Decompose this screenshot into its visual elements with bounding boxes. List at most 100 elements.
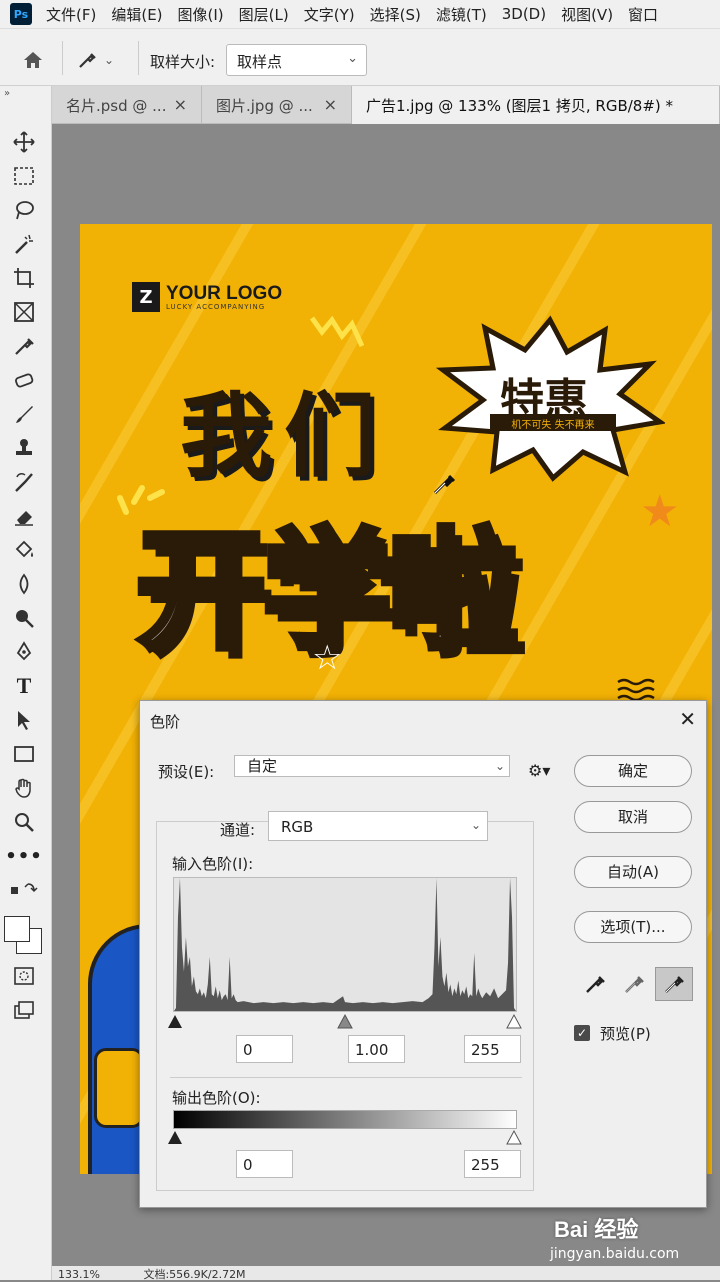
- ok-button[interactable]: 确定: [574, 755, 692, 787]
- output-black-slider[interactable]: [168, 1131, 182, 1144]
- tab-label: 广告1.jpg @ 133% (图层1 拷贝, RGB/8#) *: [366, 97, 674, 115]
- blur-tool-icon[interactable]: [10, 570, 38, 598]
- input-levels-label: 输入色阶(I):: [172, 855, 254, 873]
- preview-checkbox[interactable]: ✓: [574, 1025, 590, 1041]
- status-bar: 133.1% 文档:556.9K/2.72M: [52, 1266, 720, 1281]
- menu-edit[interactable]: 编辑(E): [111, 4, 162, 25]
- menu-view[interactable]: 视图(V): [561, 4, 613, 25]
- eraser-tool-icon[interactable]: [10, 502, 38, 530]
- document-size: 文档:556.9K/2.72M: [143, 1268, 246, 1281]
- sample-size-select[interactable]: 取样点 ⌄: [226, 44, 367, 76]
- wave-decoration: [617, 678, 655, 702]
- menu-window[interactable]: 窗口: [628, 4, 658, 25]
- options-bar: ⌄ 取样大小: 取样点 ⌄: [0, 28, 720, 86]
- zoom-tool-icon[interactable]: [10, 808, 38, 836]
- divider: [138, 41, 139, 75]
- eyedropper-cursor-icon: [433, 474, 456, 495]
- more-tools-icon[interactable]: •••: [5, 842, 42, 870]
- rectangle-tool-icon[interactable]: [10, 740, 38, 768]
- output-white-field[interactable]: 255: [464, 1150, 521, 1178]
- input-white-slider[interactable]: [506, 1013, 522, 1029]
- stamp-tool-icon[interactable]: [10, 434, 38, 462]
- history-brush-tool-icon[interactable]: [10, 468, 38, 496]
- output-sliders[interactable]: [168, 1129, 522, 1145]
- move-tool-icon[interactable]: [10, 128, 38, 156]
- burst-subtitle: 机不可失 失不再来: [490, 414, 616, 431]
- histogram: [173, 877, 517, 1012]
- frame-tool-icon[interactable]: [10, 298, 38, 326]
- home-icon[interactable]: [18, 45, 48, 75]
- output-white-slider[interactable]: [506, 1129, 522, 1145]
- zigzag-decoration: [309, 315, 364, 348]
- input-black-slider[interactable]: [168, 1015, 182, 1028]
- crop-tool-icon[interactable]: [10, 264, 38, 292]
- chevron-down-icon: ⌄: [104, 53, 115, 67]
- preset-select[interactable]: 自定 ⌄: [234, 755, 510, 777]
- baidu-watermark: Bai 经验: [554, 1217, 639, 1242]
- swap-colors-icon[interactable]: [10, 876, 38, 904]
- character-hand: [94, 1048, 144, 1128]
- input-gamma-field[interactable]: 1.00: [348, 1035, 405, 1063]
- close-icon[interactable]: ✕: [679, 707, 696, 731]
- magic-wand-tool-icon[interactable]: [10, 230, 38, 258]
- close-icon[interactable]: ×: [174, 95, 187, 114]
- screen-mode-icon[interactable]: [10, 996, 38, 1024]
- close-icon[interactable]: ×: [324, 95, 337, 114]
- channel-select[interactable]: RGB ⌄: [268, 811, 488, 841]
- tab-label: 名片.psd @ ...: [66, 97, 167, 115]
- tool-preset-picker[interactable]: ⌄: [76, 45, 130, 75]
- menu-image[interactable]: 图像(I): [178, 4, 224, 25]
- options-button[interactable]: 选项(T)...: [574, 911, 692, 943]
- divider: [170, 1077, 522, 1078]
- channel-label: 通道:: [220, 821, 256, 839]
- burst-lines-decoration: [117, 485, 165, 515]
- marquee-tool-icon[interactable]: [10, 162, 38, 190]
- collapse-icon[interactable]: »: [4, 88, 10, 99]
- channel-value: RGB: [281, 818, 314, 836]
- tab-ad1[interactable]: 广告1.jpg @ 133% (图层1 拷贝, RGB/8#) *: [352, 86, 720, 124]
- logo-subtext: LUCKY ACCOMPANYING: [166, 302, 266, 311]
- tab-label: 图片.jpg @ ...: [216, 97, 313, 115]
- pen-tool-icon[interactable]: [10, 638, 38, 666]
- output-gradient: [173, 1110, 517, 1129]
- eyedropper-tool-icon[interactable]: [10, 332, 38, 360]
- menu-type[interactable]: 文字(Y): [304, 4, 355, 25]
- brush-tool-icon[interactable]: [10, 400, 38, 428]
- star-decoration: ★: [640, 486, 680, 537]
- tools-panel: » T •••: [0, 86, 52, 1280]
- tab-business-card[interactable]: 名片.psd @ ... ×: [52, 86, 202, 124]
- input-sliders[interactable]: [168, 1013, 522, 1029]
- auto-button[interactable]: 自动(A): [574, 856, 692, 888]
- menu-layer[interactable]: 图层(L): [239, 4, 289, 25]
- lasso-tool-icon[interactable]: [10, 196, 38, 224]
- paint-bucket-tool-icon[interactable]: [10, 536, 38, 564]
- quick-mask-icon[interactable]: [10, 962, 38, 990]
- chevron-down-icon: ⌄: [494, 759, 505, 773]
- chevron-down-icon: ⌄: [347, 51, 358, 66]
- preview-label: 预览(P): [600, 1025, 651, 1043]
- foreground-color-swatch[interactable]: [4, 916, 30, 942]
- menu-filter[interactable]: 滤镜(T): [436, 4, 487, 25]
- cancel-button[interactable]: 取消: [574, 801, 692, 833]
- type-tool-icon[interactable]: T: [10, 672, 38, 700]
- gray-point-eyedropper-icon[interactable]: [615, 967, 653, 1001]
- dodge-tool-icon[interactable]: [10, 604, 38, 632]
- healing-brush-tool-icon[interactable]: [10, 366, 38, 394]
- path-selection-tool-icon[interactable]: [10, 706, 38, 734]
- sample-size-label: 取样大小:: [150, 53, 216, 71]
- gear-icon[interactable]: ⚙▾: [528, 761, 550, 780]
- hand-tool-icon[interactable]: [10, 774, 38, 802]
- output-black-field[interactable]: 0: [236, 1150, 293, 1178]
- color-swatches[interactable]: [4, 916, 44, 956]
- input-white-field[interactable]: 255: [464, 1035, 521, 1063]
- input-black-field[interactable]: 0: [236, 1035, 293, 1063]
- input-gamma-slider[interactable]: [337, 1013, 353, 1029]
- menu-file[interactable]: 文件(F): [46, 4, 96, 25]
- preset-label: 预设(E):: [158, 763, 215, 781]
- menubar: Ps 文件(F) 编辑(E) 图像(I) 图层(L) 文字(Y) 选择(S) 滤…: [0, 0, 720, 28]
- black-point-eyedropper-icon[interactable]: [576, 967, 614, 1001]
- menu-3d[interactable]: 3D(D): [502, 5, 546, 23]
- tab-picture[interactable]: 图片.jpg @ ... ×: [202, 86, 352, 124]
- white-point-eyedropper-icon[interactable]: [655, 967, 693, 1001]
- menu-select[interactable]: 选择(S): [370, 4, 421, 25]
